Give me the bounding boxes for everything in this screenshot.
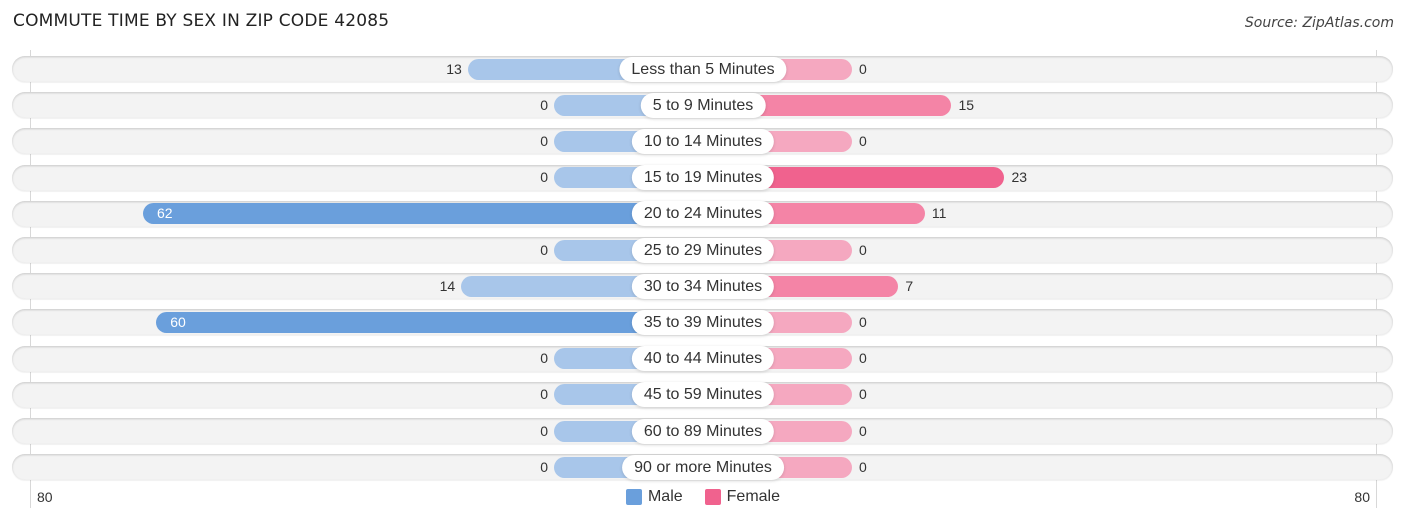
value-label-female: 0 (859, 350, 867, 367)
category-label: 15 to 19 Minutes (631, 165, 775, 191)
value-label-female: 7 (905, 277, 914, 294)
category-label: 90 or more Minutes (622, 454, 784, 480)
chart-title: COMMUTE TIME BY SEX IN ZIP CODE 42085 (13, 11, 390, 31)
bar-male[interactable] (156, 311, 703, 333)
category-label: 20 to 24 Minutes (631, 201, 775, 227)
value-label-male: 0 (540, 458, 548, 475)
value-label-female: 15 (958, 96, 975, 113)
value-label-female: 23 (1011, 169, 1028, 186)
category-label: 30 to 34 Minutes (631, 273, 775, 299)
value-label-male: 14 (439, 277, 456, 294)
category-label: 45 to 59 Minutes (631, 382, 775, 408)
value-label-female: 0 (859, 386, 867, 403)
legend-item-female[interactable]: Female (704, 488, 781, 506)
value-label-male: 0 (540, 132, 548, 149)
category-label: 35 to 39 Minutes (631, 309, 775, 335)
category-label: 60 to 89 Minutes (631, 418, 775, 444)
value-label-female: 11 (931, 205, 947, 222)
category-label: 10 to 14 Minutes (631, 128, 775, 154)
category-label: 25 to 29 Minutes (631, 237, 775, 263)
value-label-female: 0 (859, 241, 867, 258)
legend-item-male[interactable]: Male (625, 488, 683, 506)
value-label-male: 0 (540, 422, 548, 439)
category-label: 40 to 44 Minutes (631, 346, 775, 372)
chart-root: COMMUTE TIME BY SEX IN ZIP CODE 42085 So… (0, 0, 1406, 523)
bar-male[interactable] (142, 203, 703, 225)
value-label-female: 0 (859, 132, 867, 149)
legend: Male Female (0, 488, 1406, 506)
legend-swatch-female (704, 489, 721, 505)
value-label-male: 0 (540, 350, 548, 367)
value-label-female: 0 (859, 458, 867, 475)
legend-swatch-male (625, 489, 642, 505)
value-label-male: 0 (540, 241, 548, 258)
value-label-male: 0 (540, 96, 548, 113)
value-label-male: 0 (540, 169, 548, 186)
value-label-female: 0 (859, 422, 867, 439)
source-label: Source: ZipAtlas.com (1244, 15, 1394, 31)
category-label: Less than 5 Minutes (619, 56, 787, 82)
legend-label-female: Female (726, 488, 781, 505)
value-label-male: 60 (170, 313, 186, 330)
value-label-male: 62 (156, 205, 173, 222)
value-label-female: 0 (859, 313, 867, 330)
category-label: 5 to 9 Minutes (640, 92, 766, 118)
value-label-female: 0 (859, 60, 867, 77)
value-label-male: 13 (446, 60, 462, 77)
legend-label-male: Male (647, 488, 683, 505)
value-label-male: 0 (540, 386, 548, 403)
